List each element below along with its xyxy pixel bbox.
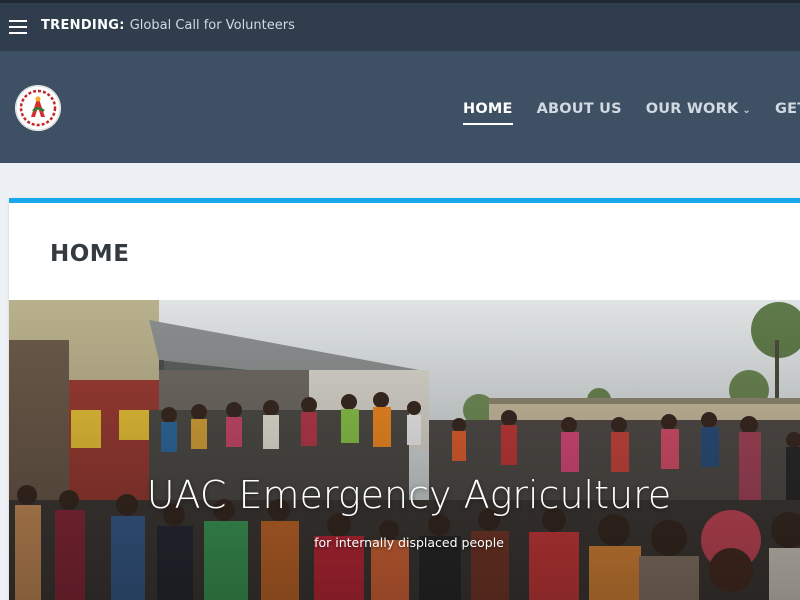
nav-get-involved[interactable]: GET IN — [775, 101, 800, 125]
hero-photo — [9, 300, 800, 600]
organization-logo[interactable] — [15, 85, 61, 131]
top-bar: TRENDING: Global Call for Volunteers — [0, 0, 800, 51]
trending-link[interactable]: Global Call for Volunteers — [130, 18, 295, 33]
nav-get-involved-label: GET IN — [774, 101, 800, 117]
main-header: HOME ABOUT US OUR WORK⌄ GET IN — [0, 51, 800, 163]
chevron-down-icon: ⌄ — [742, 105, 751, 116]
page-title: HOME — [50, 241, 130, 267]
hero-subtitle: for internally displaced people — [314, 535, 504, 550]
trending-ticker: TRENDING: Global Call for Volunteers — [41, 18, 295, 33]
nav-home[interactable]: HOME — [463, 101, 513, 125]
nav-about-us-label: ABOUT US — [536, 101, 622, 117]
hamburger-menu-icon[interactable] — [9, 20, 27, 34]
hero-title: UAC Emergency Agriculture — [146, 473, 672, 517]
nav-our-work-label: OUR WORK — [645, 101, 739, 117]
nav-our-work[interactable]: OUR WORK ⌄ — [646, 101, 751, 125]
hero-slide: UAC Emergency Agriculture for internally… — [9, 300, 800, 600]
content-card: HOME UAC Emergency Agriculture for inter… — [9, 198, 800, 600]
main-navigation: HOME ABOUT US OUR WORK⌄ GET IN — [463, 98, 800, 125]
trending-label: TRENDING: — [41, 18, 125, 33]
nav-home-label: HOME — [463, 101, 513, 117]
nav-about-us[interactable]: ABOUT US — [537, 101, 622, 125]
